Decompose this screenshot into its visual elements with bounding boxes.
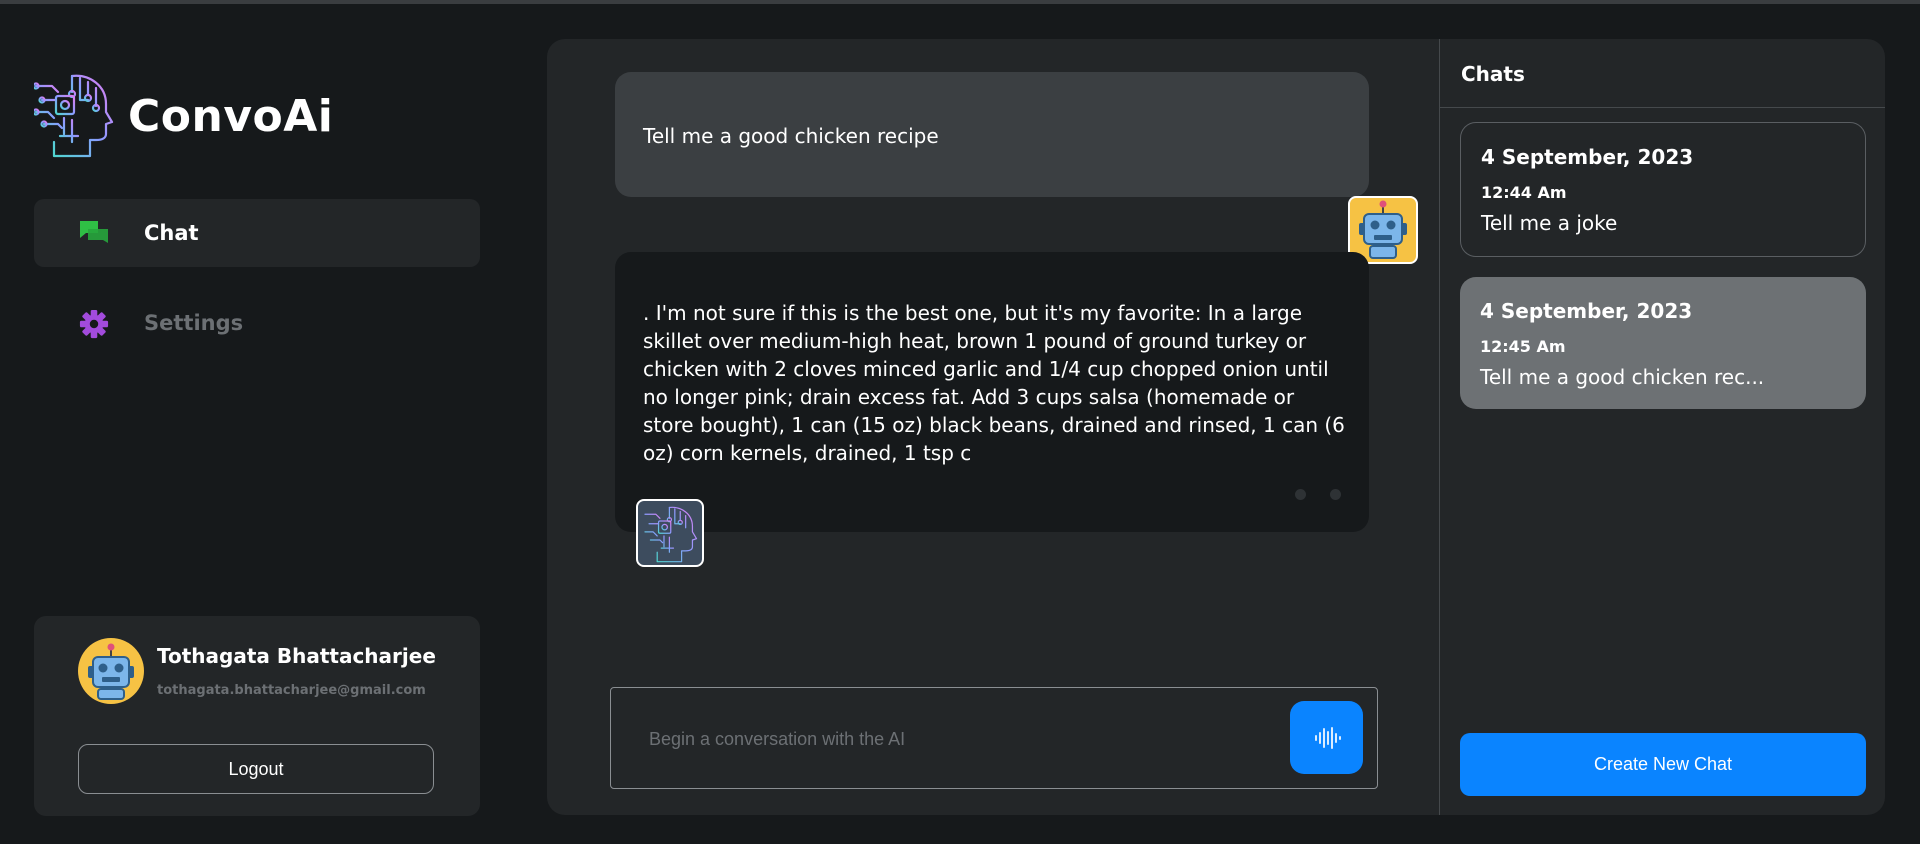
chats-title: Chats [1461, 62, 1525, 86]
chat-history-item-selected[interactable]: 4 September, 2023 12:45 Am Tell me a goo… [1460, 277, 1866, 409]
user-message: Tell me a good chicken recipe [615, 72, 1418, 264]
sidebar-item-label: Settings [144, 311, 244, 335]
sidebar-item-label: Chat [144, 221, 199, 245]
profile-name: Tothagata Bhattacharjee [157, 644, 436, 668]
sidebar-item-settings[interactable]: Settings [34, 289, 480, 357]
profile-email: tothagata.bhattacharjee@gmail.com [157, 683, 426, 698]
sidebar-item-chat[interactable]: Chat [34, 199, 480, 267]
ai-message: . I'm not sure if this is the best one, … [615, 252, 1369, 532]
window-top-border [0, 0, 1920, 4]
chat-date: 4 September, 2023 [1481, 145, 1694, 169]
typing-indicator [1295, 489, 1341, 500]
voice-input-button[interactable] [1290, 701, 1363, 774]
chats-divider [1440, 107, 1885, 108]
chat-history-item[interactable]: 4 September, 2023 12:44 Am Tell me a jok… [1460, 122, 1866, 257]
chat-preview: Tell me a good chicken rec... [1480, 365, 1765, 389]
brand: ConvoAi [34, 72, 333, 160]
chat-date: 4 September, 2023 [1480, 299, 1693, 323]
create-new-chat-button[interactable]: Create New Chat [1460, 733, 1866, 796]
brand-name: ConvoAi [128, 90, 334, 142]
robot-avatar-icon [78, 638, 144, 704]
message-text: Tell me a good chicken recipe [643, 124, 939, 148]
gear-icon [79, 309, 109, 339]
main-panel: Tell me a good chicken recipe . I'm not … [547, 39, 1885, 815]
message-text: . I'm not sure if this is the best one, … [643, 301, 1345, 465]
ai-head-circuit-icon [636, 499, 704, 567]
profile-card: Tothagata Bhattacharjee tothagata.bhatta… [34, 616, 480, 816]
chat-time: 12:44 Am [1481, 183, 1567, 202]
voice-waveform-icon [1314, 726, 1341, 749]
chat-preview: Tell me a joke [1481, 211, 1618, 235]
panel-divider [1439, 39, 1440, 815]
chat-time: 12:45 Am [1480, 337, 1566, 356]
message-composer [610, 687, 1378, 789]
chat-bubbles-icon [80, 221, 108, 243]
ai-head-circuit-icon [34, 74, 114, 158]
message-input[interactable] [631, 712, 1271, 766]
typing-dot [1330, 489, 1341, 500]
logout-button[interactable]: Logout [78, 744, 434, 794]
typing-dot [1295, 489, 1306, 500]
